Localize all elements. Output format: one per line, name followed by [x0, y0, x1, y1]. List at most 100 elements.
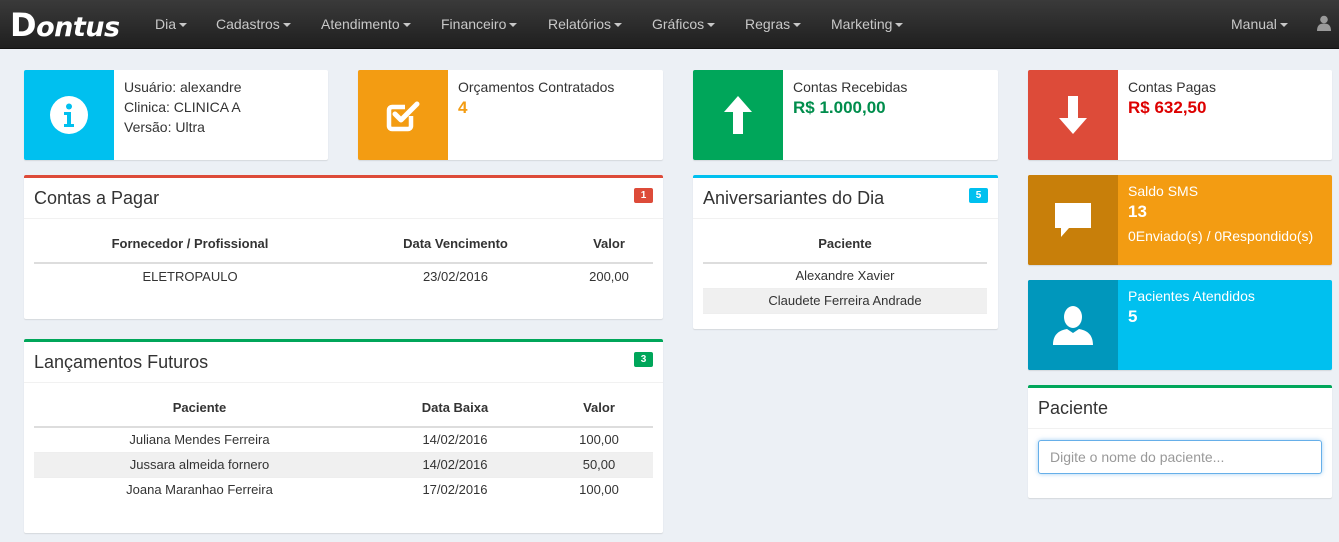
checkbox-icon-box [358, 70, 448, 160]
caret-down-icon [895, 23, 904, 28]
recebidas-label: Contas Recebidas [793, 79, 908, 95]
table-row[interactable]: Claudete Ferreira Andrade [703, 288, 987, 314]
pacientes-label: Pacientes Atendidos [1128, 288, 1255, 304]
arrow-down-icon [1059, 96, 1087, 134]
count-badge: 1 [634, 188, 653, 203]
valor-cell: 200,00 [589, 268, 629, 284]
chat-icon [1055, 203, 1091, 237]
nav-label: Marketing [831, 16, 893, 32]
pacientes-value: 5 [1128, 307, 1138, 326]
pagas-label: Contas Pagas [1128, 79, 1216, 95]
caret-down-icon [614, 23, 623, 28]
paciente-cell: Juliana Mendes Ferreira [34, 427, 365, 453]
valor-cell: 50,00 [545, 452, 653, 478]
version-label: Versão: Ultra [124, 119, 205, 135]
nav-label: Dia [155, 16, 177, 32]
person-icon [1053, 306, 1093, 345]
paciente-search-panel: Paciente [1028, 385, 1332, 498]
nav-financeiro[interactable]: Financeiro [441, 16, 518, 32]
column-header: Data Baixa [365, 389, 545, 428]
table-row[interactable]: Juliana Mendes Ferreira 14/02/2016 100,0… [34, 427, 653, 453]
fornecedor-cell: ELETROPAULO [142, 268, 238, 284]
nav-label: Atendimento [321, 16, 400, 32]
person-icon-box [1028, 280, 1118, 370]
data-baixa-cell: 14/02/2016 [365, 427, 545, 453]
paciente-cell: Jussara almeida fornero [34, 452, 365, 478]
sms-value: 13 [1128, 202, 1147, 221]
table-row[interactable]: ELETROPAULO 23/02/2016 200,00 [34, 263, 653, 288]
panel-title: Lançamentos Futuros [34, 352, 209, 372]
user-name: Usuário: alexandre [124, 79, 242, 95]
orcamentos-text: Orçamentos Contratados 4 [458, 77, 614, 119]
lancamentos-panel: Lançamentos Futuros 3 Paciente Data Baix… [24, 339, 663, 533]
caret-down-icon [1279, 23, 1288, 28]
info-box-sms[interactable]: Saldo SMS 13 0Enviado(s) / 0Respondido(s… [1028, 175, 1332, 265]
brand-logo[interactable]: Dontus [10, 6, 120, 44]
user-info-text: Usuário: alexandre Clinica: CLINICA A Ve… [124, 77, 242, 137]
caret-down-icon [793, 23, 802, 28]
nav-marketing[interactable]: Marketing [831, 16, 904, 32]
lancamentos-table: Paciente Data Baixa Valor Juliana Mendes… [34, 389, 653, 502]
contas-pagar-table: Fornecedor / Profissional Data Venciment… [34, 225, 653, 288]
nav-manual[interactable]: Manual [1231, 16, 1288, 32]
arrow-up-icon-box [693, 70, 783, 160]
table-header-row: Paciente Data Baixa Valor [34, 389, 653, 428]
data-baixa-cell: 14/02/2016 [365, 452, 545, 478]
sms-detail: 0Enviado(s) / 0Respondido(s) [1128, 228, 1314, 244]
info-icon-box [24, 70, 114, 160]
info-box-pacientes[interactable]: Pacientes Atendidos 5 [1028, 280, 1332, 370]
info-box-orcamentos[interactable]: Orçamentos Contratados 4 [358, 70, 663, 160]
checkbox-icon [386, 101, 420, 132]
nav-regras[interactable]: Regras [745, 16, 802, 32]
column-header: Paciente [703, 225, 987, 264]
sms-label: Saldo SMS [1128, 183, 1199, 199]
column-header: Paciente [34, 389, 365, 428]
count-badge: 5 [969, 188, 988, 203]
sms-text: Saldo SMS 13 0Enviado(s) / 0Respondido(s… [1128, 181, 1313, 246]
nav-label: Regras [745, 16, 791, 32]
top-navbar: Dontus Dia Cadastros Atendimento Finance… [0, 0, 1339, 49]
nav-relatorios[interactable]: Relatórios [548, 16, 623, 32]
nav-label: Manual [1231, 16, 1277, 32]
nav-graficos[interactable]: Gráficos [652, 16, 716, 32]
panel-title: Paciente [1038, 398, 1109, 418]
table-row[interactable]: Jussara almeida fornero 14/02/2016 50,00 [34, 452, 653, 478]
contas-pagar-panel: Contas a Pagar 1 Fornecedor / Profission… [24, 175, 663, 319]
recebidas-text: Contas Recebidas R$ 1.000,00 [793, 77, 907, 119]
column-header: Valor [545, 389, 653, 428]
panel-header: Lançamentos Futuros 3 [24, 342, 663, 383]
panel-header: Contas a Pagar 1 [24, 178, 663, 219]
panel-title: Contas a Pagar [34, 188, 160, 208]
valor-cell: 100,00 [579, 482, 619, 498]
column-header: Valor [565, 225, 653, 264]
pacientes-text: Pacientes Atendidos 5 [1128, 286, 1255, 328]
table-row[interactable]: Alexandre Xavier [703, 263, 987, 289]
info-box-pagas[interactable]: Contas Pagas R$ 632,50 [1028, 70, 1332, 160]
info-icon [50, 96, 88, 134]
table-row[interactable]: Joana Maranhao Ferreira 17/02/2016 100,0… [34, 477, 653, 502]
nav-label: Relatórios [548, 16, 612, 32]
panel-header: Paciente [1028, 388, 1332, 429]
arrow-down-icon-box [1028, 70, 1118, 160]
count-badge: 3 [634, 352, 653, 367]
column-header: Data Vencimento [346, 225, 565, 264]
clinic-name: Clinica: CLINICA A [124, 99, 241, 115]
caret-down-icon [282, 23, 291, 28]
nav-label: Cadastros [216, 16, 280, 32]
paciente-cell: Alexandre Xavier [703, 263, 987, 289]
info-box-user: Usuário: alexandre Clinica: CLINICA A Ve… [24, 70, 328, 160]
nav-dia[interactable]: Dia [155, 16, 188, 32]
arrow-up-icon [724, 96, 752, 134]
column-header: Fornecedor / Profissional [34, 225, 346, 264]
nav-atendimento[interactable]: Atendimento [321, 16, 411, 32]
info-box-recebidas[interactable]: Contas Recebidas R$ 1.000,00 [693, 70, 998, 160]
user-icon[interactable] [1317, 15, 1331, 31]
panel-header: Aniversariantes do Dia 5 [693, 178, 998, 219]
panel-title: Aniversariantes do Dia [703, 188, 885, 208]
patient-search-input[interactable] [1038, 440, 1322, 474]
nav-label: Financeiro [441, 16, 507, 32]
caret-down-icon [179, 23, 188, 28]
nav-cadastros[interactable]: Cadastros [216, 16, 291, 32]
table-header-row: Fornecedor / Profissional Data Venciment… [34, 225, 653, 264]
recebidas-value: R$ 1.000,00 [793, 98, 886, 117]
